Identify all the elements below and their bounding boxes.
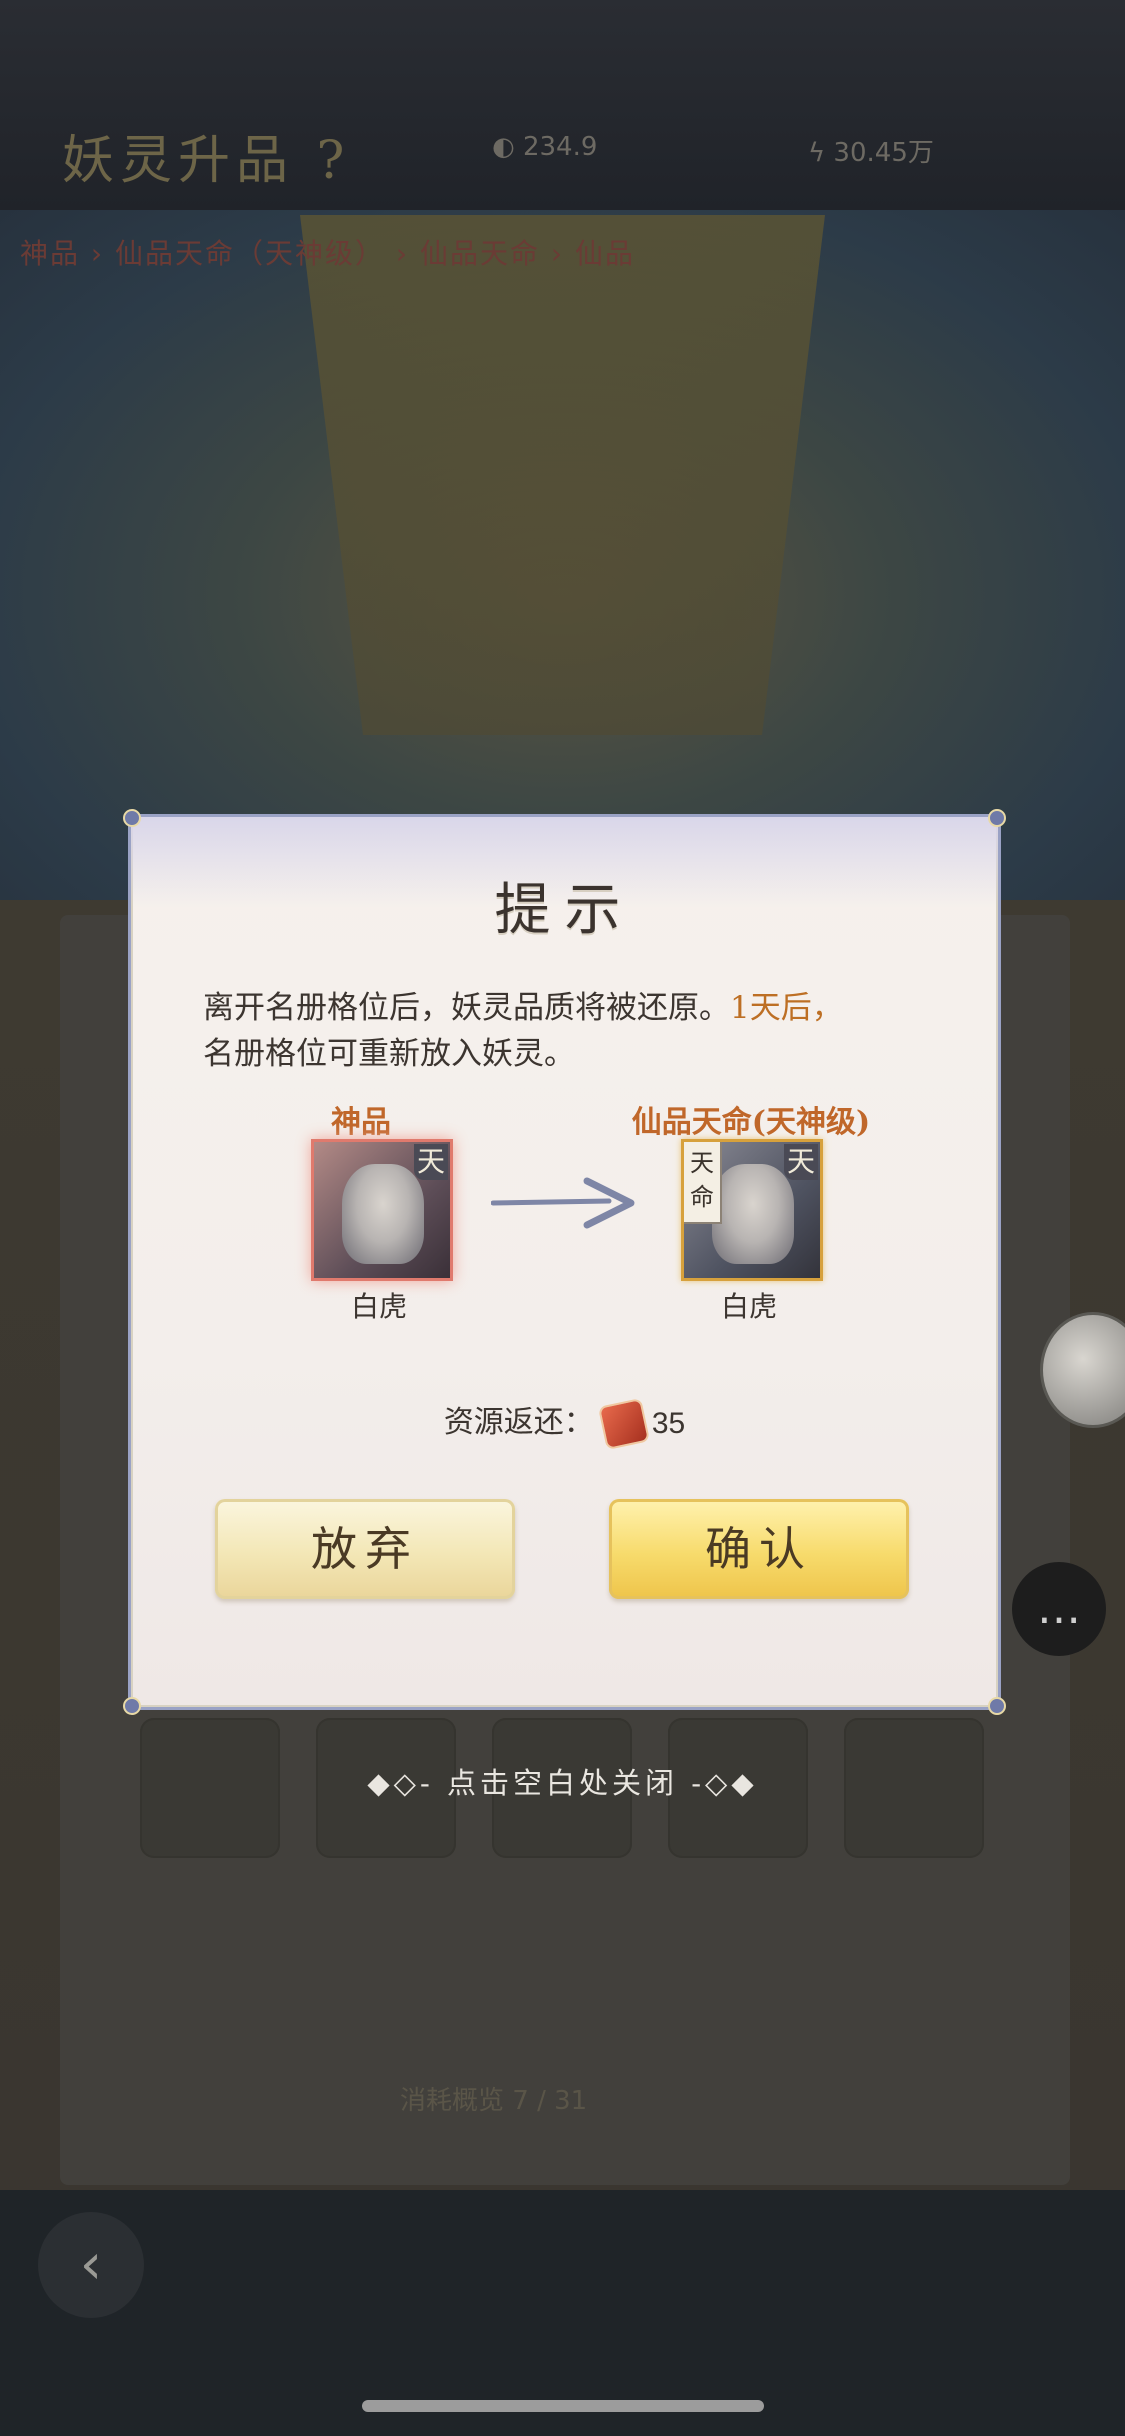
spirit-card-from: 天: [311, 1139, 453, 1281]
return-label: 资源返还：: [443, 1405, 594, 1440]
from-spirit-name: 白虎: [350, 1290, 407, 1323]
dialog-message: 离开名册格位后，妖灵品质将被还原。1天后， 名册格位可重新放入妖灵。: [203, 990, 843, 1072]
chat-bubble-icon[interactable]: …: [1012, 1562, 1106, 1656]
tian-badge: 天: [784, 1144, 818, 1180]
background-banner: [300, 215, 825, 735]
spirit-icon: ◐: [492, 132, 523, 162]
resource-counter-1: ◐ 234.9: [492, 132, 598, 162]
spirit-card-to: 天命 天: [681, 1139, 823, 1281]
tian-badge: 天: [414, 1144, 448, 1180]
character-portrait: [712, 1164, 794, 1264]
confirm-dialog: 提示 离开名册格位后，妖灵品质将被还原。1天后， 名册格位可重新放入妖灵。 神品…: [123, 809, 1006, 1715]
confirm-button[interactable]: 确认: [609, 1499, 909, 1599]
dialog-title: 提示: [494, 878, 635, 943]
resource-ticket-icon: [600, 1400, 648, 1448]
cost-summary: 消耗概览 7 / 31: [400, 2086, 588, 2116]
grade-breadcrumb: 神品 › 仙品天命（天神级） › 仙品天命 › 仙品: [20, 237, 635, 270]
to-grade-label: 仙品天命(天神级): [631, 1105, 871, 1140]
resource-counter-2: ϟ 30.45万: [808, 138, 934, 168]
character-portrait: [342, 1164, 424, 1264]
screen-title: 妖灵升品 ?: [62, 131, 351, 191]
lightning-icon: ϟ: [808, 138, 834, 168]
corner-ornament: [123, 1697, 141, 1715]
corner-ornament: [123, 809, 141, 827]
return-value: 35: [651, 1407, 686, 1440]
arrow-right-icon: [491, 1177, 635, 1229]
tianming-badge: 天命: [684, 1142, 722, 1224]
from-grade-label: 神品: [331, 1105, 391, 1140]
tap-blank-to-close-hint[interactable]: ◆◇- 点击空白处关闭 -◇◆: [0, 1760, 1125, 1802]
corner-ornament: [988, 809, 1006, 827]
corner-ornament: [988, 1697, 1006, 1715]
home-indicator[interactable]: [362, 2400, 764, 2412]
back-arrow-icon: ‹: [38, 2212, 144, 2318]
to-spirit-name: 白虎: [720, 1290, 777, 1323]
message-highlight: 1天后，: [730, 990, 843, 1026]
resource-return-row: 资源返还： 35: [131, 1397, 998, 1448]
abandon-button[interactable]: 放弃: [215, 1499, 515, 1599]
